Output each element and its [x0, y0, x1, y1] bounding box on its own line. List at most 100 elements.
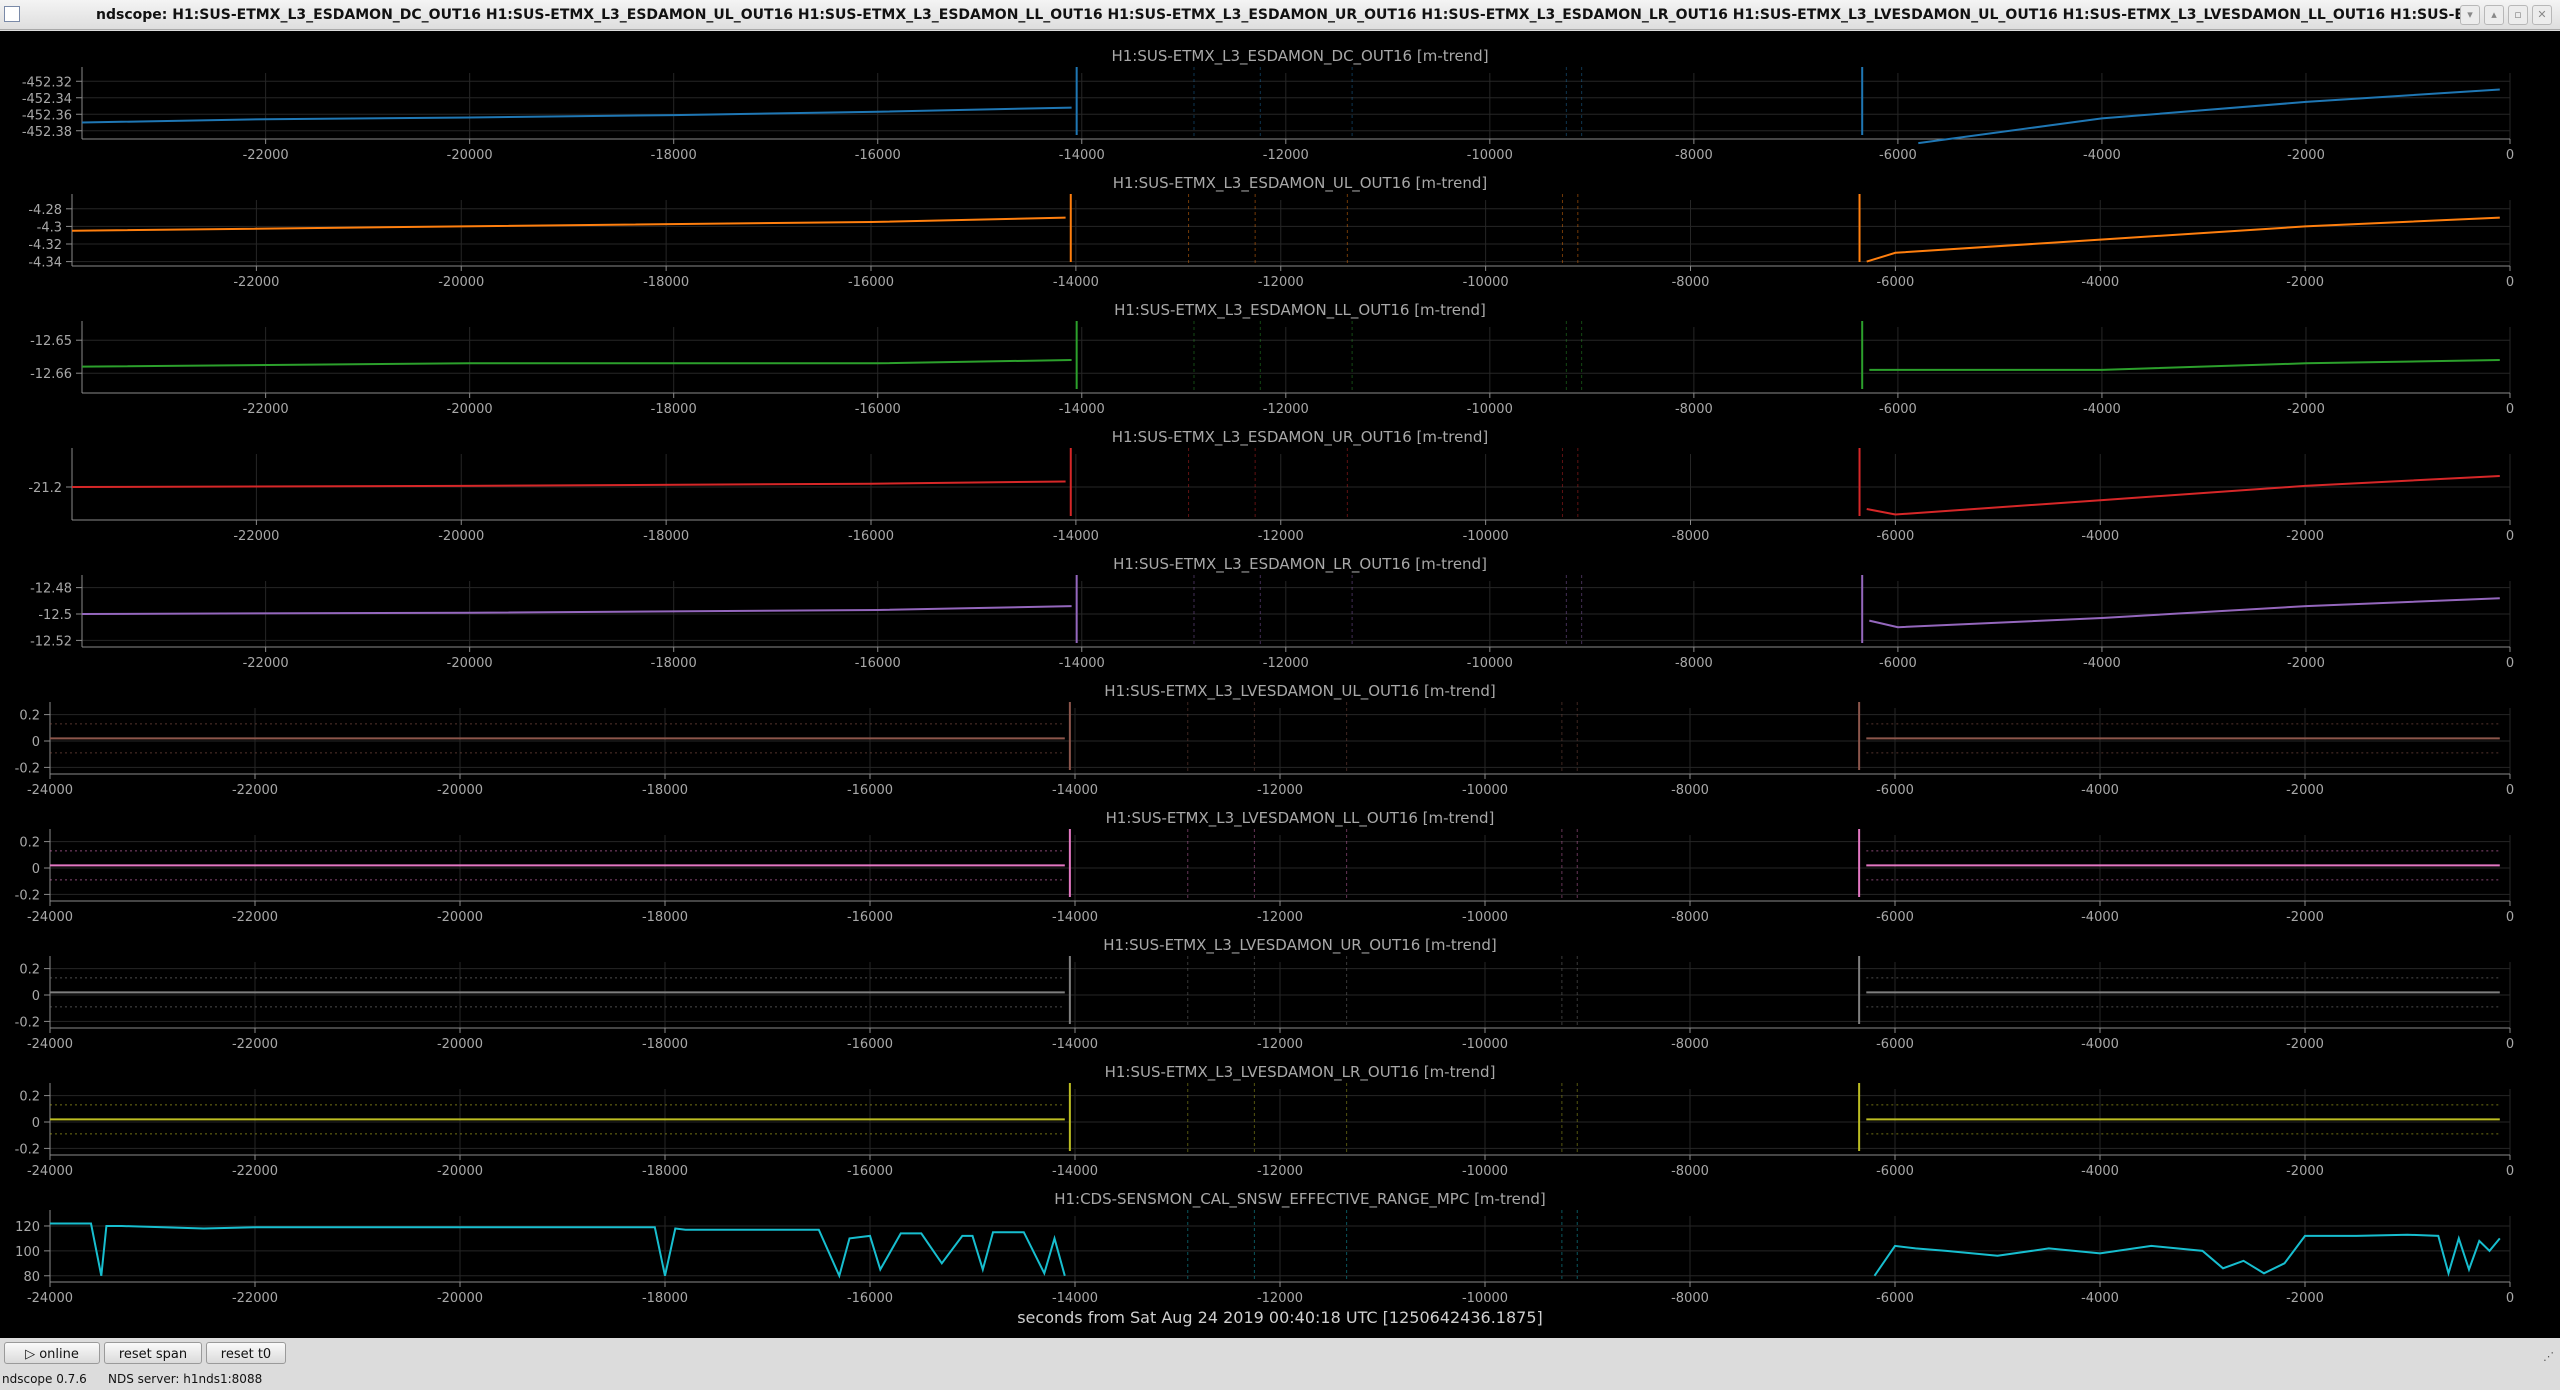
x-tick-label: -6000 — [1876, 1164, 1914, 1179]
app-icon — [4, 6, 20, 22]
x-tick-label: -22000 — [243, 148, 289, 163]
x-tick-label: -8000 — [1675, 656, 1713, 671]
x-tick-label: -16000 — [848, 529, 894, 544]
x-tick-label: -20000 — [437, 1291, 483, 1306]
x-tick-label: -10000 — [1462, 1164, 1508, 1179]
panel-title-4: H1:SUS-ETMX_L3_ESDAMON_LR_OUT16 [m-trend… — [1113, 555, 1487, 574]
x-tick-label: -18000 — [642, 1037, 688, 1052]
online-button[interactable]: ▷ online — [4, 1342, 100, 1364]
y-tick-label: -452.34 — [22, 92, 72, 107]
x-tick-label: -10000 — [1467, 148, 1513, 163]
minimize-icon[interactable]: ▾ — [2460, 5, 2480, 25]
x-tick-label: -8000 — [1675, 402, 1713, 417]
x-tick-label: -22000 — [232, 783, 278, 798]
series-line-3-0 — [71, 480, 1066, 488]
series-line-9-1 — [1873, 1233, 2501, 1277]
y-tick-label: -4.34 — [28, 256, 62, 271]
resize-grip-icon[interactable]: ⋰ — [2543, 1350, 2554, 1363]
x-tick-label: -10000 — [1467, 402, 1513, 417]
x-axis-label: seconds from Sat Aug 24 2019 00:40:18 UT… — [1017, 1308, 1543, 1327]
x-tick-label: -10000 — [1467, 656, 1513, 671]
panel-title-7: H1:SUS-ETMX_L3_LVESDAMON_UR_OUT16 [m-tre… — [1103, 936, 1496, 955]
y-tick-label: -452.38 — [22, 125, 72, 140]
x-tick-label: -4000 — [2081, 1164, 2119, 1179]
x-tick-label: -6000 — [1876, 275, 1914, 290]
x-tick-label: -22000 — [232, 910, 278, 925]
x-tick-label: 0 — [2506, 1037, 2514, 1052]
y-tick-label: 0.2 — [19, 836, 40, 851]
x-tick-label: -16000 — [847, 910, 893, 925]
close-icon[interactable]: ✕ — [2532, 5, 2552, 25]
x-tick-label: -6000 — [1876, 529, 1914, 544]
y-tick-label: 0.2 — [19, 963, 40, 978]
x-tick-label: -16000 — [848, 275, 894, 290]
x-tick-label: 0 — [2506, 148, 2514, 163]
x-tick-label: -12000 — [1257, 910, 1303, 925]
x-tick-label: -12000 — [1263, 148, 1309, 163]
x-tick-label: -4000 — [2081, 910, 2119, 925]
x-tick-label: -4000 — [2081, 275, 2119, 290]
x-tick-label: 0 — [2506, 275, 2514, 290]
x-tick-label: -4000 — [2081, 529, 2119, 544]
server-label: NDS server: h1nds1:8088 — [108, 1372, 263, 1386]
x-tick-label: -6000 — [1876, 1037, 1914, 1052]
x-tick-label: -14000 — [1053, 275, 1099, 290]
x-tick-label: -14000 — [1052, 910, 1098, 925]
x-tick-label: -12000 — [1263, 402, 1309, 417]
x-tick-label: -12000 — [1257, 1164, 1303, 1179]
x-tick-label: -20000 — [438, 529, 484, 544]
plots-canvas[interactable]: H1:SUS-ETMX_L3_ESDAMON_DC_OUT16 [m-trend… — [0, 31, 2560, 1338]
window-controls: ▾ ▴ ▫ ✕ — [2460, 5, 2552, 25]
series-line-2-1 — [1869, 359, 2500, 371]
x-tick-label: -2000 — [2286, 1291, 2324, 1306]
x-tick-label: -20000 — [438, 275, 484, 290]
x-tick-label: -16000 — [847, 1164, 893, 1179]
y-tick-label: 0 — [32, 862, 40, 877]
x-tick-label: -2000 — [2286, 275, 2324, 290]
x-tick-label: -2000 — [2286, 783, 2324, 798]
y-tick-label: -12.48 — [30, 582, 72, 597]
x-tick-label: -20000 — [447, 656, 493, 671]
series-line-2-0 — [81, 359, 1072, 368]
x-tick-label: -14000 — [1052, 1037, 1098, 1052]
x-tick-label: -14000 — [1052, 1164, 1098, 1179]
x-tick-label: -2000 — [2286, 910, 2324, 925]
y-tick-label: -12.65 — [30, 334, 72, 349]
x-tick-label: -2000 — [2287, 148, 2325, 163]
panel-title-9: H1:CDS-SENSMON_CAL_SNSW_EFFECTIVE_RANGE_… — [1054, 1190, 1546, 1209]
y-tick-label: -0.2 — [15, 888, 40, 903]
reset-t0-button[interactable]: reset t0 — [206, 1342, 286, 1364]
x-tick-label: -14000 — [1059, 148, 1105, 163]
panel-title-3: H1:SUS-ETMX_L3_ESDAMON_UR_OUT16 [m-trend… — [1112, 428, 1489, 447]
y-tick-label: -4.32 — [28, 238, 62, 253]
x-tick-label: -14000 — [1052, 1291, 1098, 1306]
x-tick-label: -16000 — [847, 783, 893, 798]
window-titlebar: ndscope: H1:SUS-ETMX_L3_ESDAMON_DC_OUT16… — [0, 0, 2560, 30]
window-title: ndscope: H1:SUS-ETMX_L3_ESDAMON_DC_OUT16… — [96, 7, 2476, 23]
shade-icon[interactable]: ▴ — [2484, 5, 2504, 25]
x-tick-label: -8000 — [1671, 783, 1709, 798]
x-tick-label: -22000 — [232, 1291, 278, 1306]
x-tick-label: -6000 — [1876, 1291, 1914, 1306]
x-tick-label: -14000 — [1059, 402, 1105, 417]
x-tick-label: -16000 — [847, 1037, 893, 1052]
x-tick-label: -16000 — [855, 148, 901, 163]
x-tick-label: -10000 — [1463, 275, 1509, 290]
x-tick-label: 0 — [2506, 529, 2514, 544]
y-tick-label: -0.2 — [15, 761, 40, 776]
x-tick-label: 0 — [2506, 910, 2514, 925]
x-tick-label: -16000 — [847, 1291, 893, 1306]
x-tick-label: -10000 — [1462, 910, 1508, 925]
x-tick-label: 0 — [2506, 656, 2514, 671]
x-tick-label: -14000 — [1052, 783, 1098, 798]
x-tick-label: -20000 — [437, 1164, 483, 1179]
x-tick-label: -4000 — [2081, 783, 2119, 798]
plot-area[interactable]: H1:SUS-ETMX_L3_ESDAMON_DC_OUT16 [m-trend… — [0, 31, 2560, 1338]
x-tick-label: -6000 — [1879, 148, 1917, 163]
x-tick-label: -8000 — [1672, 529, 1710, 544]
x-tick-label: -2000 — [2286, 529, 2324, 544]
x-tick-label: -24000 — [27, 910, 73, 925]
y-tick-label: -12.66 — [30, 367, 72, 382]
reset-span-button[interactable]: reset span — [104, 1342, 202, 1364]
maximize-icon[interactable]: ▫ — [2508, 5, 2528, 25]
